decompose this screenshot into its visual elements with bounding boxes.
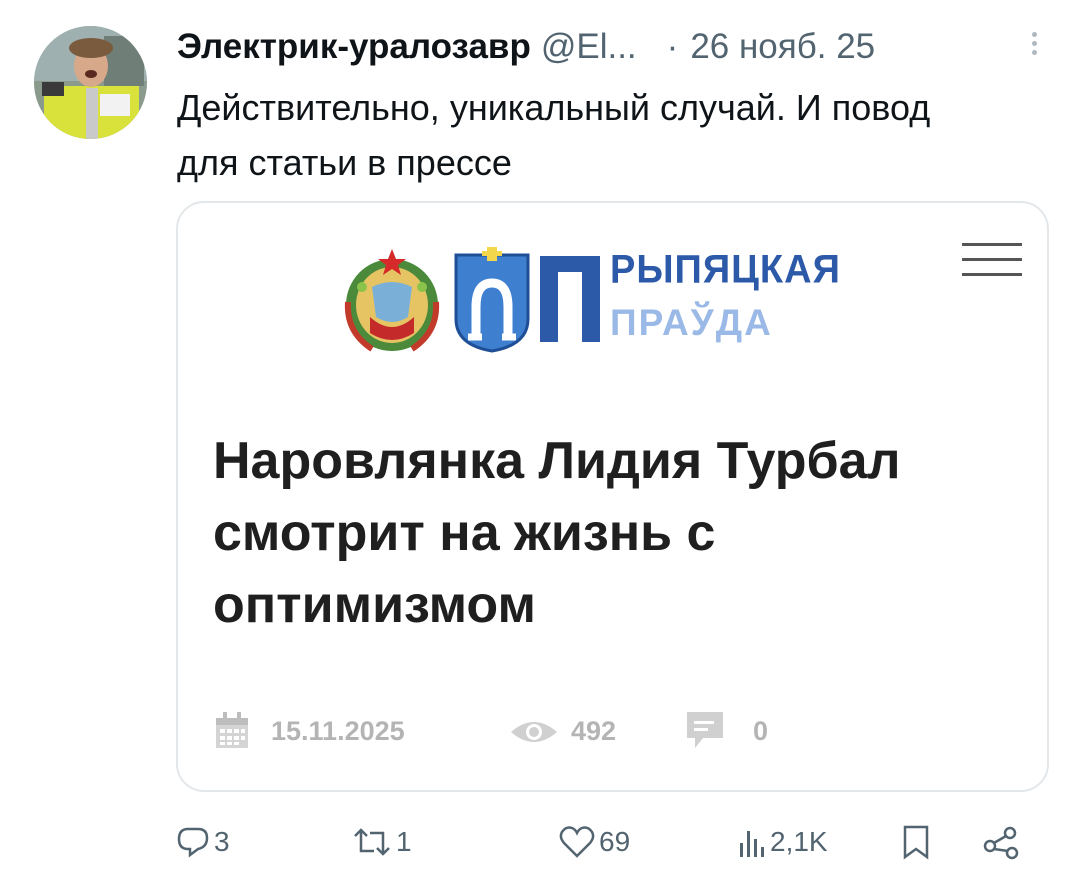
- article-meta: 15.11.2025 492 0: [213, 708, 913, 758]
- article-date: 15.11.2025: [271, 716, 405, 746]
- reply-count: 3: [214, 826, 230, 857]
- article-headline[interactable]: Наровлянка Лидия Турбал смотрит на жизнь…: [213, 425, 1013, 641]
- share-button[interactable]: [981, 820, 1021, 864]
- article-views: 492: [571, 716, 617, 746]
- more-options-icon[interactable]: [1029, 28, 1039, 68]
- views-button[interactable]: 2,1K: [736, 820, 828, 864]
- like-count: 69: [599, 826, 631, 857]
- post-date[interactable]: 26 нояб. 25: [690, 27, 875, 67]
- bookmark-icon: [901, 824, 931, 860]
- analytics-icon: [736, 825, 766, 859]
- reply-button[interactable]: 3: [176, 820, 230, 864]
- newspaper-logo-mark: [540, 256, 600, 342]
- separator: ·: [666, 27, 679, 66]
- author-name[interactable]: Электрик-уралозавр: [177, 27, 531, 67]
- post-actions: 3 1 69 2,1K: [176, 812, 1036, 872]
- link-card[interactable]: РЫПЯЦКАЯ ПРАЎДА Наровлянка Лидия Турбал …: [176, 201, 1049, 792]
- heart-icon: [559, 825, 595, 859]
- repost-icon: [352, 825, 392, 859]
- newspaper-name-line2: ПРАЎДА: [610, 302, 773, 343]
- post-text: Действительно, уникальный случай. И пово…: [177, 87, 931, 183]
- like-button[interactable]: 69: [559, 820, 630, 864]
- state-emblem-icon: [342, 247, 442, 355]
- bookmark-button[interactable]: [901, 820, 931, 864]
- share-icon: [981, 824, 1021, 860]
- comment-icon: [685, 710, 725, 755]
- calendar-icon: [215, 710, 249, 755]
- repost-count: 1: [396, 826, 412, 857]
- article-comments: 0: [753, 716, 769, 746]
- eye-icon: [509, 718, 559, 751]
- city-coat-of-arms-icon: [452, 247, 532, 353]
- author-handle[interactable]: @El...: [541, 27, 637, 67]
- menu-icon[interactable]: [962, 243, 1022, 288]
- newspaper-name-line1: РЫПЯЦКАЯ: [610, 247, 841, 293]
- post-header: Электрик-уралозавр @El... · 26 нояб. 25: [177, 22, 1039, 72]
- repost-button[interactable]: 1: [352, 820, 412, 864]
- reply-icon: [176, 825, 210, 859]
- views-count: 2,1K: [770, 826, 828, 857]
- author-avatar[interactable]: [34, 26, 147, 139]
